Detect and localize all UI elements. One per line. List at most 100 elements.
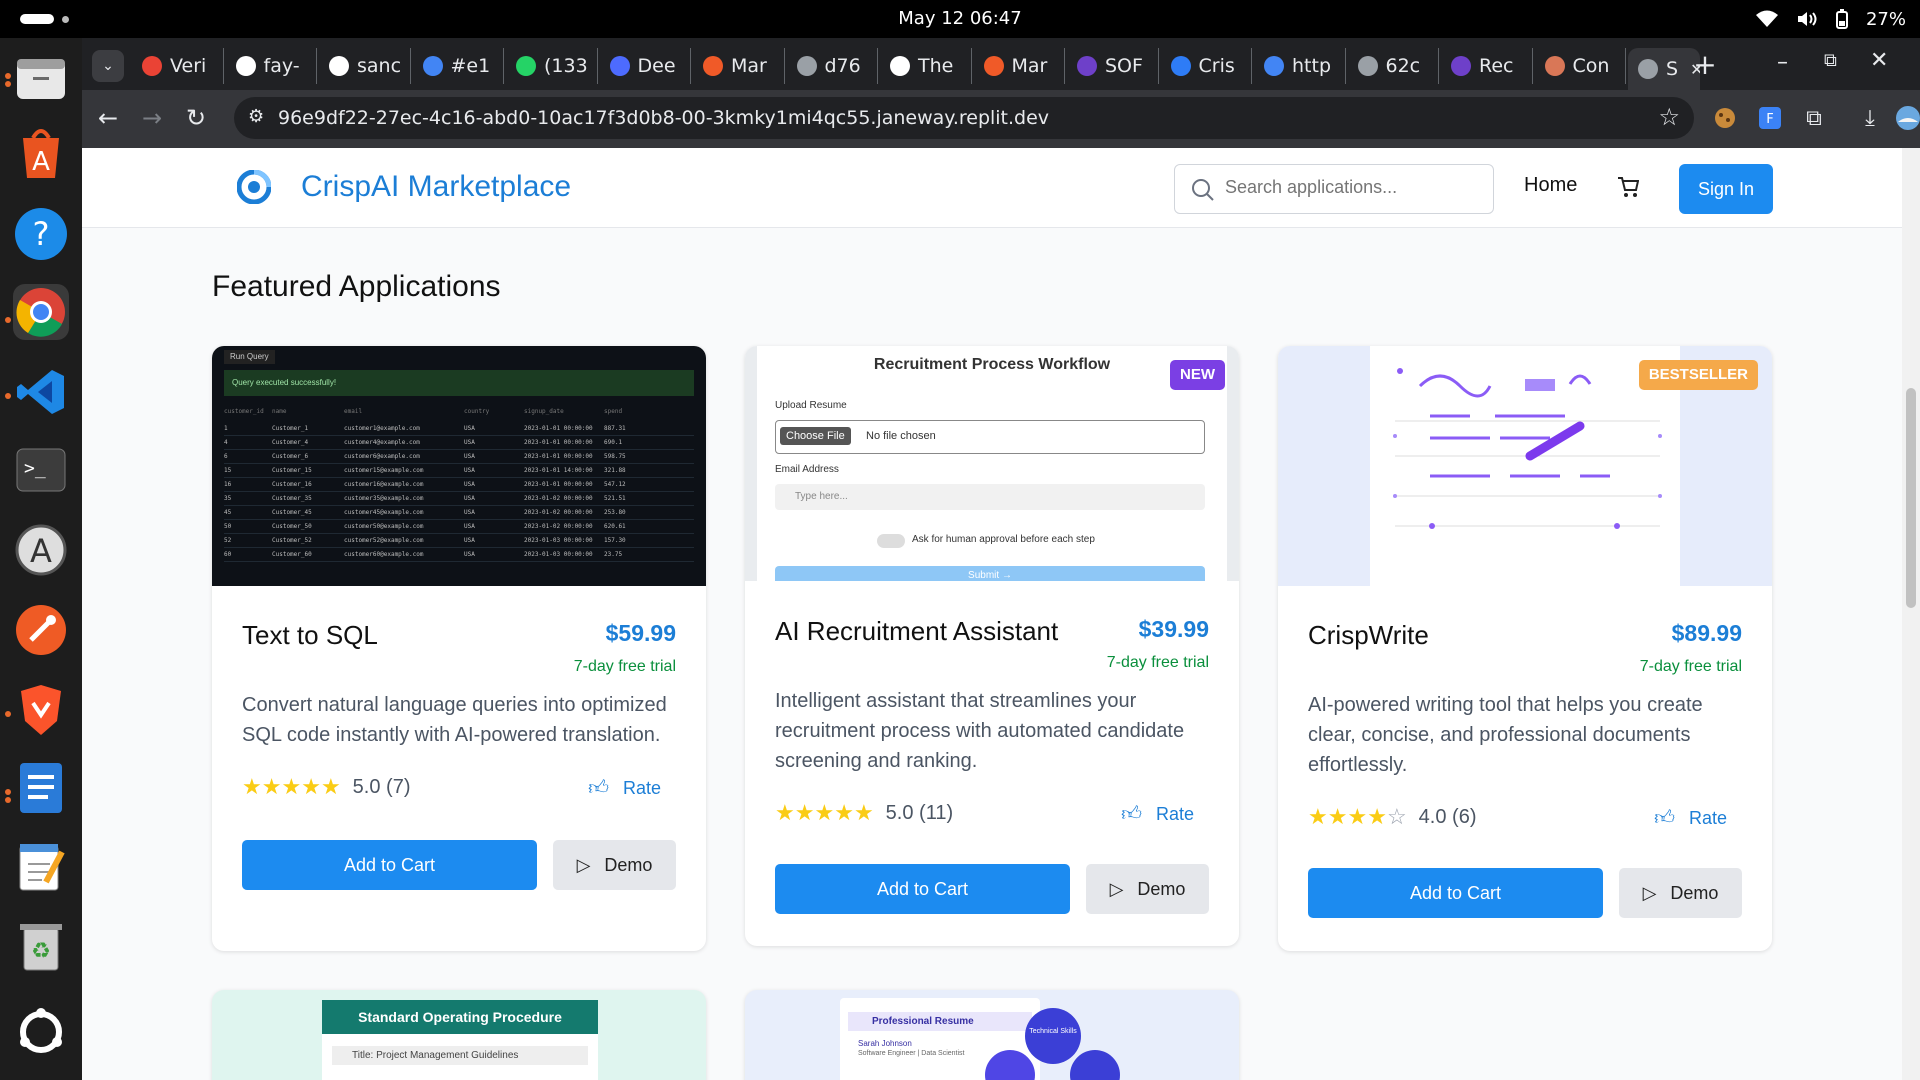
writer-app-icon[interactable] (13, 760, 69, 816)
download-icon[interactable]: ⤓ (1852, 100, 1888, 136)
tab-strip: ⌄ Veri fay-sanc #e1 (133 Dee Mar d76 The Mar SOF C… (82, 38, 1920, 90)
demo-button[interactable]: ▷ Demo (1619, 868, 1742, 918)
browser-tab[interactable]: Con (1535, 48, 1626, 84)
tab-label: #e1 (450, 55, 491, 77)
trash-app-icon[interactable]: ♻ (13, 918, 69, 974)
system-top-bar: May 12 06:47 27% (0, 0, 1920, 38)
nav-home-link[interactable]: Home (1524, 174, 1577, 197)
chrome-app-icon[interactable] (13, 284, 69, 340)
translate-extension-icon[interactable]: F (1752, 100, 1788, 136)
browser-tab[interactable]: #e1 (413, 48, 504, 84)
cart-icon[interactable] (1617, 176, 1639, 198)
forward-button[interactable]: → (134, 100, 170, 136)
bookmark-star-icon[interactable]: ☆ (1658, 103, 1680, 131)
extensions-puzzle-icon[interactable]: ⧉ (1796, 100, 1832, 136)
close-window-button[interactable]: ✕ (1870, 48, 1888, 73)
brave-app-icon[interactable] (13, 682, 69, 738)
url-text[interactable]: 96e9df22-27ec-4c16-abd0-10ac17f3d0b8-00-… (278, 107, 1049, 129)
browser-tab[interactable]: Dee (600, 48, 691, 84)
browser-tab[interactable]: Mar (693, 48, 785, 84)
sql-cell: 521.51 (604, 495, 626, 502)
page-scrollbar[interactable] (1902, 148, 1920, 1080)
site-info-icon[interactable]: ⚙ (248, 106, 264, 127)
browser-tab[interactable]: The (880, 48, 972, 84)
address-bar[interactable]: ⚙ 96e9df22-27ec-4c16-abd0-10ac17f3d0b8-0… (234, 97, 1694, 139)
rate-button[interactable]: 👍︎ Rate (1121, 802, 1194, 826)
sql-cell: Customer_52 (272, 537, 312, 544)
site-header: CrispAI Marketplace Home Sign In (82, 148, 1902, 228)
system-status-area[interactable]: 27% (1755, 0, 1906, 38)
browser-tab[interactable]: d76 (787, 48, 878, 84)
browser-tab[interactable]: Veri (132, 48, 224, 84)
tab-search-button[interactable]: ⌄ (92, 50, 124, 82)
app-card-text-to-sql: Run Query Query executed successfully! c… (212, 346, 706, 951)
text-to-sql-preview-image: Run Query Query executed successfully! c… (212, 346, 706, 586)
email-label: Email Address (775, 464, 839, 475)
app-center-icon[interactable]: A (13, 522, 69, 578)
add-to-cart-button[interactable]: Add to Cart (242, 840, 537, 890)
show-apps-icon[interactable] (13, 1004, 69, 1060)
browser-tab[interactable]: Cris (1161, 48, 1252, 84)
search-box[interactable] (1174, 164, 1494, 214)
demo-button[interactable]: ▷ Demo (553, 840, 676, 890)
star-filled-icon: ★ (853, 800, 874, 825)
add-to-cart-button[interactable]: Add to Cart (775, 864, 1070, 914)
brand-name: CrispAI Marketplace (301, 170, 572, 203)
back-button[interactable]: ← (90, 100, 126, 136)
cookie-extension-icon[interactable] (1707, 100, 1743, 136)
make-icon (983, 56, 1004, 76)
sop-subtitle: Title: Project Management Guidelines (332, 1046, 588, 1065)
browser-toolbar: ← → ↻ ⚙ 96e9df22-27ec-4c16-abd0-10ac17f3… (82, 90, 1920, 148)
sql-cell: USA (464, 537, 475, 544)
browser-tab[interactable]: SOF (1067, 48, 1159, 84)
submit-preview-button: Submit → (775, 566, 1205, 581)
ubuntu-software-icon[interactable]: A (13, 126, 69, 182)
minimize-button[interactable]: – (1777, 50, 1788, 75)
vscode-app-icon[interactable] (13, 364, 69, 420)
globe-icon (1638, 59, 1658, 79)
rate-button[interactable]: 👍︎ Rate (1654, 806, 1727, 830)
browser-tab[interactable]: http (1254, 48, 1346, 84)
technical-skills-bubble: Technical Skills (1025, 1008, 1081, 1064)
thumbs-up-icon: 👍︎ (1654, 807, 1675, 829)
sql-cell: 45 (224, 509, 232, 516)
browser-tab[interactable]: Rec (1441, 48, 1533, 84)
sql-cell: Customer_6 (272, 453, 309, 460)
system-clock[interactable]: May 12 06:47 (0, 0, 1920, 38)
thumbs-up-icon: 👍︎ (1121, 803, 1142, 825)
tab-label: 62c (1385, 55, 1421, 77)
scrollbar-thumb[interactable] (1906, 388, 1916, 608)
browser-tab[interactable]: (133 (506, 48, 598, 84)
files-app-icon[interactable] (13, 50, 69, 106)
restore-button[interactable]: ⧉ (1824, 50, 1837, 71)
browser-tab[interactable]: 62c (1348, 48, 1439, 84)
reload-button[interactable]: ↻ (178, 100, 214, 136)
sop-title: Standard Operating Procedure (322, 1000, 598, 1034)
text-editor-app-icon[interactable] (13, 838, 69, 894)
new-tab-button[interactable]: + (1687, 48, 1723, 84)
card-title: Text to SQL (242, 620, 378, 650)
google-icon (422, 56, 443, 76)
demo-button[interactable]: ▷ Demo (1086, 864, 1209, 914)
search-input[interactable] (1225, 177, 1475, 198)
brand[interactable]: CrispAI Marketplace (237, 170, 571, 204)
browser-tab[interactable]: Mar (974, 48, 1065, 84)
add-to-cart-button[interactable]: Add to Cart (1308, 868, 1603, 918)
sql-cell: customer35@example.com (344, 495, 424, 502)
sql-cell: 2023-01-01 00:00:00 (524, 439, 593, 446)
help-app-icon[interactable]: ? (13, 206, 69, 262)
profile-avatar-icon[interactable] (1896, 100, 1920, 136)
rate-button[interactable]: 👍︎ Rate (588, 776, 661, 800)
sql-result-row: 1 Customer_1 customer1@example.com USA 2023-… (224, 422, 694, 436)
sql-cell: 2023-01-02 00:00:00 (524, 523, 593, 530)
whatsapp-icon (516, 56, 536, 76)
rate-label: Rate (1688, 807, 1727, 828)
google-icon (1264, 56, 1284, 76)
sql-cell: customer15@example.com (344, 467, 424, 474)
terminal-app-icon[interactable]: >_ (13, 442, 69, 498)
wifi-icon (1755, 10, 1778, 27)
browser-tab[interactable]: fay- (226, 48, 317, 84)
browser-tab[interactable]: sanc (319, 48, 411, 84)
postman-app-icon[interactable] (13, 602, 69, 658)
sign-in-button[interactable]: Sign In (1679, 164, 1773, 214)
